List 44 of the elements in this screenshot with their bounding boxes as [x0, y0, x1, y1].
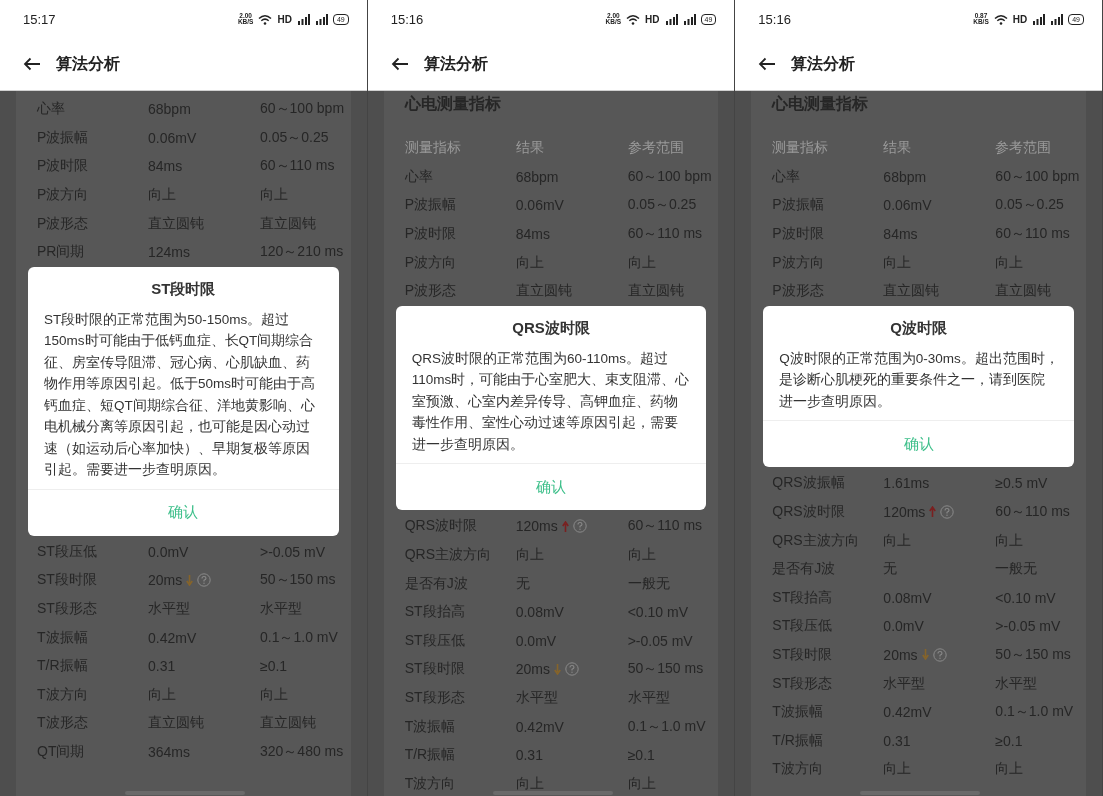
dialog-message: Q波时限的正常范围为0-30ms。超出范围时，是诊断心肌梗死的重要条件之一，请到医院进一步查明原因。 [779, 349, 1059, 411]
help-icon[interactable] [940, 504, 955, 519]
confirm-button[interactable]: 确认 [891, 430, 946, 458]
column-header: 参考范围 [995, 139, 1053, 158]
signal-icon [314, 13, 328, 25]
signal-icon [296, 13, 310, 25]
help-icon[interactable] [932, 647, 947, 662]
wifi-icon [993, 13, 1008, 25]
help-icon[interactable] [572, 519, 587, 534]
column-header: 测量指标 [772, 139, 830, 158]
signal-icon [1050, 13, 1064, 25]
dialog-message: ST段时限的正常范围为50-150ms。超过150ms时可能由于低钙血症、长QT间期综合征、房室传导阻滞、冠心病、心肌缺血、药物作用等原因引起。低于50ms时可能由于高钙血症、短QT间期综合征、洋地黄影响、心电机械分离等原因引起，也可能是因心动过速（如运动后心率加快）、早期复极等原因引起。需要进一步查明原因。 [44, 310, 316, 480]
back-arrow-icon [758, 57, 777, 71]
clock-time: 15:16 [390, 11, 424, 27]
page-title: 算法分析 [791, 53, 856, 74]
dialog-message: QRS波时限的正常范围为60-110ms。超过110ms时，可能由于心室肥大、束支阻滞、心室预激、心室内差异传导、高钾血症、药物毒性作用、室性心动过速等原因引起，需要进一步查明原因。 [411, 349, 691, 454]
column-header: 结果 [515, 139, 545, 158]
dialog-title: QRS波时限 [511, 317, 591, 338]
help-icon[interactable] [197, 573, 212, 588]
hd-label: HD [277, 13, 292, 25]
confirm-button[interactable]: 确认 [524, 473, 578, 501]
signal-icon [664, 13, 678, 25]
column-header: 结果 [883, 139, 913, 158]
page-title: 算法分析 [56, 53, 120, 74]
dialog-title: Q波时限 [889, 317, 948, 338]
back-button[interactable] [758, 57, 777, 71]
wifi-icon [626, 13, 641, 25]
help-icon[interactable] [564, 662, 579, 677]
hd-label: HD [1012, 13, 1028, 25]
column-header: 测量指标 [404, 139, 462, 158]
confirm-button[interactable]: 确认 [156, 499, 211, 527]
column-header: 参考范围 [627, 139, 685, 158]
back-button[interactable] [390, 57, 409, 71]
clock-time: 15:16 [758, 11, 791, 27]
signal-icon [1032, 13, 1046, 25]
back-arrow-icon [390, 57, 409, 71]
back-button[interactable] [23, 57, 41, 71]
clock-time: 15:17 [23, 11, 56, 27]
dialog-title: ST段时限 [150, 278, 217, 299]
back-arrow-icon [23, 57, 41, 71]
signal-icon [682, 13, 696, 25]
page-title: 算法分析 [423, 53, 488, 74]
hd-label: HD [645, 13, 660, 25]
wifi-icon [258, 13, 273, 25]
